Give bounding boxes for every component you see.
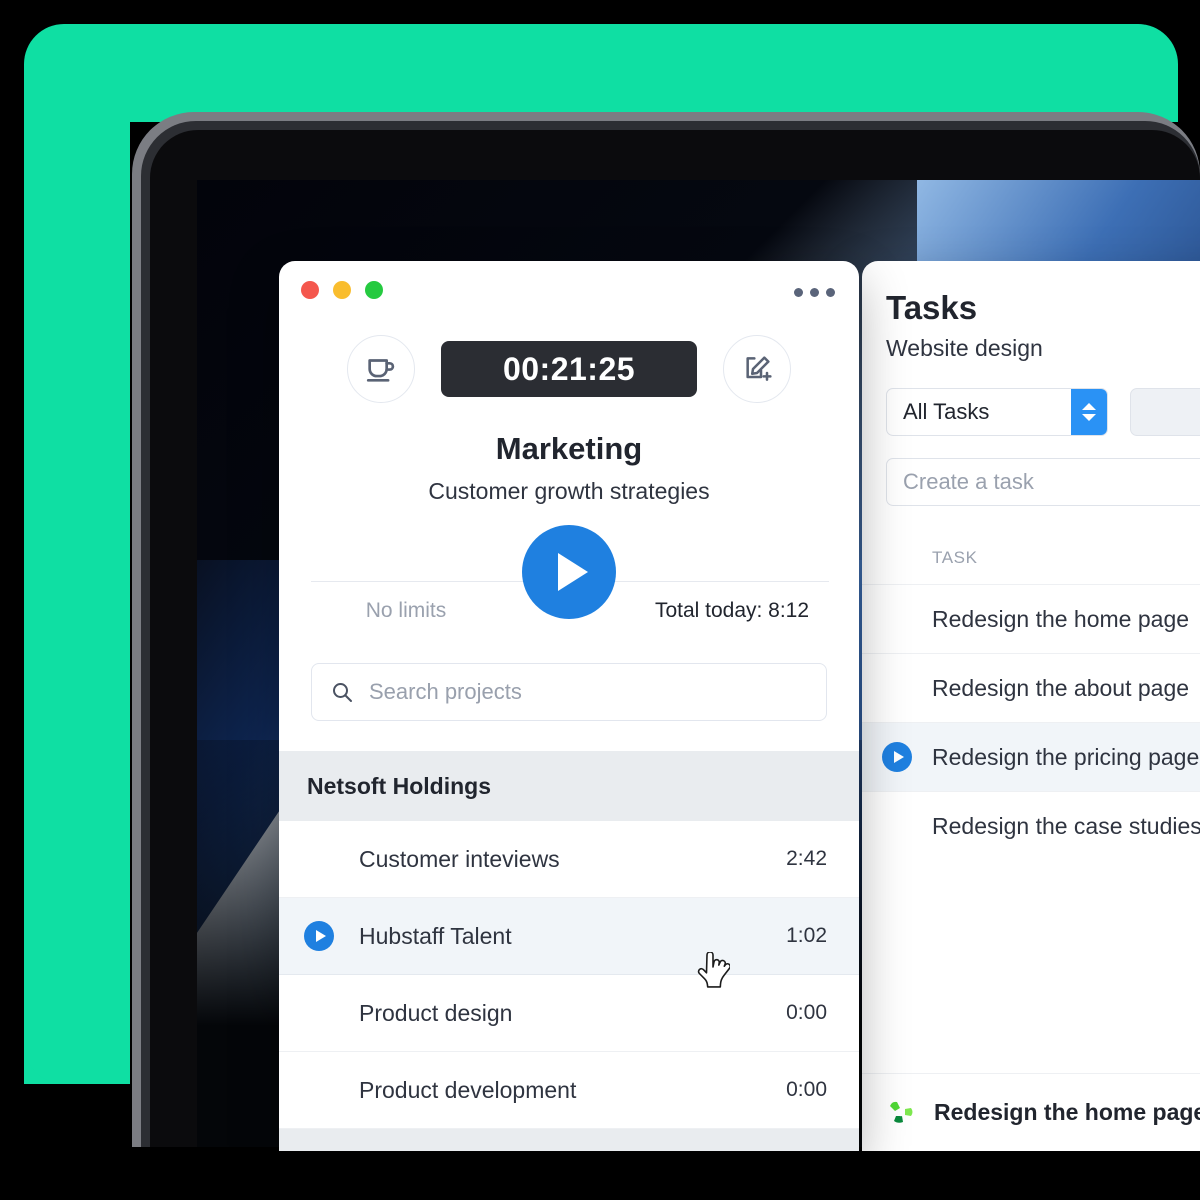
task-row[interactable]: Redesign the home page [862, 584, 1200, 653]
project-list: Customer inteviews 2:42 Hubstaff Talent … [279, 821, 859, 1151]
project-play-slot[interactable] [279, 921, 359, 951]
add-note-button[interactable] [723, 335, 791, 403]
task-row[interactable]: Redesign the about page [862, 653, 1200, 722]
zoom-icon[interactable] [365, 281, 383, 299]
search-projects-input[interactable]: Search projects [311, 663, 827, 721]
total-today-label: Total today: 8:12 [654, 599, 810, 622]
tasks-title: Tasks [886, 289, 978, 326]
break-button[interactable] [347, 335, 415, 403]
project-row-time: 1:02 [786, 924, 827, 947]
chevron-up-icon [1082, 403, 1096, 410]
task-row[interactable]: Redesign the pricing page [862, 722, 1200, 791]
task-name: Redesign the pricing page [932, 743, 1200, 770]
project-group-footer [279, 1129, 859, 1151]
project-task: Customer growth strategies [428, 478, 710, 504]
task-play-slot[interactable] [862, 742, 932, 772]
tasks-controls: All Tasks [886, 388, 1200, 436]
play-icon[interactable] [882, 742, 912, 772]
tasks-window: Tasks Website design All Tasks Create a … [862, 261, 1200, 1151]
project-row-name: Customer inteviews [359, 845, 560, 872]
task-filter-value: All Tasks [903, 399, 990, 424]
play-icon [558, 553, 588, 591]
more-options-icon[interactable] [794, 288, 835, 297]
task-filter-select[interactable]: All Tasks [886, 388, 1108, 436]
timer-display: 00:21:25 [441, 341, 697, 397]
timer-controls: 00:21:25 [279, 335, 859, 403]
play-section: No limits Total today: 8:12 [279, 515, 859, 633]
chevron-down-icon [1082, 414, 1096, 421]
task-list: Redesign the home page Redesign the abou… [862, 584, 1200, 860]
tasks-footer[interactable]: Redesign the home page [862, 1073, 1200, 1151]
close-icon[interactable] [301, 281, 319, 299]
task-row[interactable]: Redesign the case studies [862, 791, 1200, 860]
project-row[interactable]: Product design 0:00 [279, 975, 859, 1052]
project-row[interactable]: Hubstaff Talent 1:02 [279, 898, 859, 975]
timer-window: 00:21:25 Marketing Customer growth strat… [279, 261, 859, 1151]
tasks-secondary-button[interactable] [1130, 388, 1200, 436]
traffic-lights [301, 281, 383, 299]
project-row[interactable]: Product development 0:00 [279, 1052, 859, 1129]
create-task-placeholder: Create a task [903, 469, 1034, 494]
project-row-time: 2:42 [786, 847, 827, 870]
search-icon [333, 683, 352, 702]
project-row[interactable]: Customer inteviews 2:42 [279, 821, 859, 898]
minimize-icon[interactable] [333, 281, 351, 299]
tasks-subtitle: Website design [886, 335, 1043, 361]
project-row-time: 0:00 [786, 1078, 827, 1101]
limits-label: No limits [365, 599, 447, 622]
green-backdrop-left [24, 120, 130, 1084]
task-name: Redesign the case studies [932, 812, 1200, 839]
green-backdrop-corner [24, 1020, 130, 1084]
project-group-header: Netsoft Holdings [279, 751, 859, 821]
project-row-name: Product design [359, 999, 513, 1026]
task-column-header: TASK [932, 548, 978, 567]
task-name: Redesign the home page [932, 605, 1190, 632]
stepper-icon[interactable] [1071, 389, 1107, 435]
project-name: Marketing [495, 431, 643, 466]
footer-task-name: Redesign the home page [934, 1099, 1200, 1125]
search-placeholder: Search projects [369, 679, 522, 704]
screenshot-canvas: Tasks Website design All Tasks Create a … [0, 0, 1200, 1200]
project-row-time: 0:00 [786, 1001, 827, 1024]
green-backdrop-top [24, 24, 1178, 122]
create-task-input[interactable]: Create a task [886, 458, 1200, 506]
play-icon[interactable] [304, 921, 334, 951]
project-row-name: Product development [359, 1076, 577, 1103]
project-row-name: Hubstaff Talent [359, 922, 512, 949]
task-name: Redesign the about page [932, 674, 1190, 701]
coffee-cup-icon [366, 359, 395, 382]
hubstaff-logo-icon [890, 1101, 913, 1123]
timer-meta: No limits Total today: 8:12 [279, 599, 859, 623]
add-note-icon [746, 356, 772, 381]
window-titlebar [279, 261, 859, 317]
